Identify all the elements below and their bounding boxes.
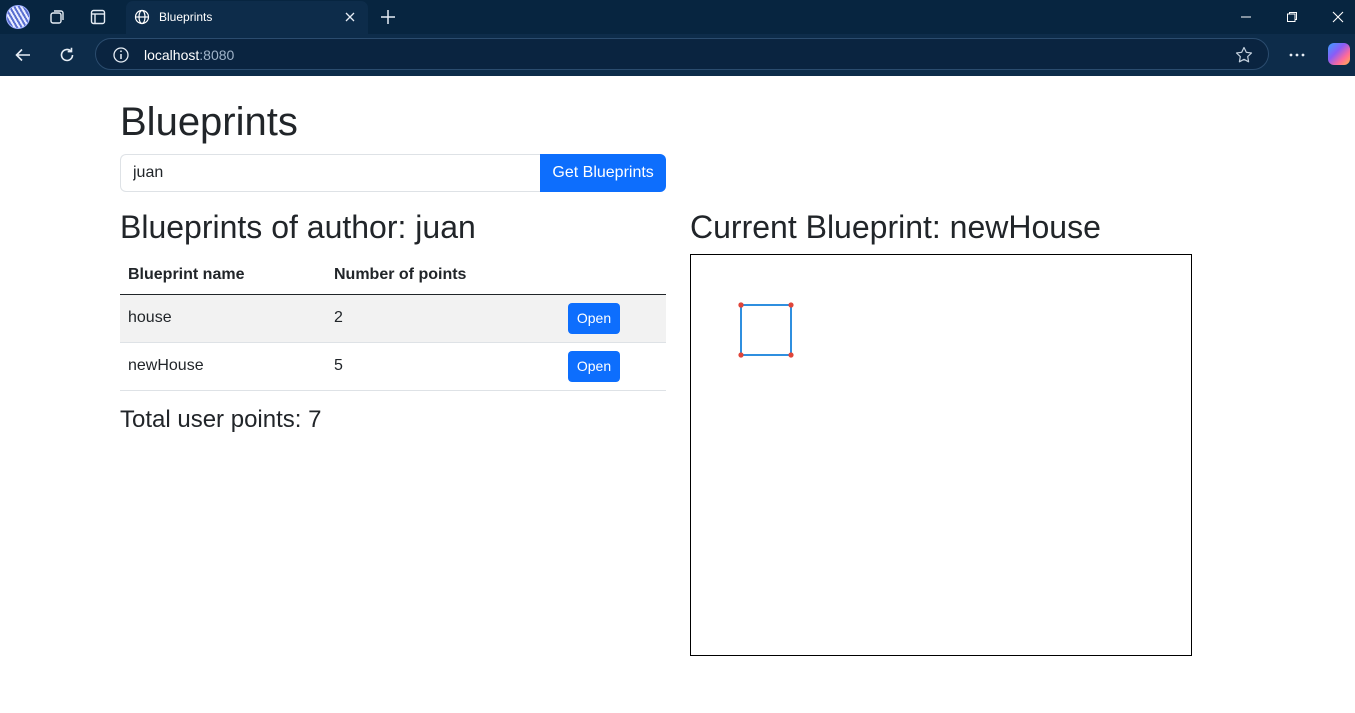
blueprint-point	[788, 352, 794, 358]
page-content: Blueprints Get Blueprints Blueprints of …	[0, 76, 1355, 713]
get-blueprints-button[interactable]: Get Blueprints	[540, 154, 666, 192]
site-info-icon[interactable]	[112, 46, 130, 69]
table-header-row: Blueprint name Number of points	[120, 256, 666, 295]
blueprint-point	[788, 302, 794, 308]
blueprint-drawing	[738, 302, 794, 358]
back-icon[interactable]	[12, 44, 34, 66]
blueprint-point	[738, 352, 744, 358]
blueprint-point	[738, 302, 744, 308]
more-options-icon[interactable]	[1286, 44, 1308, 66]
favorite-star-icon[interactable]	[1234, 45, 1254, 70]
points-cell: 2	[326, 294, 560, 343]
action-cell: Open	[560, 342, 666, 391]
globe-icon	[134, 9, 150, 30]
reload-icon[interactable]	[56, 44, 78, 66]
page-title: Blueprints	[120, 100, 298, 144]
open-button[interactable]: Open	[568, 350, 620, 382]
copilot-icon[interactable]	[1328, 43, 1350, 65]
url-host: localhost	[144, 47, 200, 63]
points-cell: 5	[326, 342, 560, 391]
header-blueprint-name: Blueprint name	[120, 256, 326, 295]
workspaces-icon[interactable]	[47, 7, 67, 27]
open-button[interactable]: Open	[568, 302, 620, 334]
current-blueprint-heading: Current Blueprint: newHouse	[690, 209, 1101, 245]
author-search-group: Get Blueprints	[120, 154, 666, 192]
header-number-of-points: Number of points	[326, 256, 560, 295]
close-tab-icon[interactable]	[342, 9, 358, 30]
restore-icon[interactable]	[1283, 8, 1301, 26]
blueprints-table: Blueprint name Number of points house 2 …	[120, 256, 666, 391]
tab-bar: Blueprints	[0, 0, 1355, 34]
total-points: Total user points: 7	[120, 406, 322, 433]
author-heading: Blueprints of author: juan	[120, 209, 476, 245]
address-bar-row: localhost:8080	[0, 34, 1355, 76]
address-bar[interactable]: localhost:8080	[95, 38, 1269, 70]
new-tab-icon[interactable]	[378, 7, 398, 27]
tab-title: Blueprints	[159, 10, 213, 24]
author-input[interactable]	[120, 154, 541, 192]
table-row: house 2 Open	[120, 294, 666, 343]
tab-blueprints[interactable]: Blueprints	[126, 1, 368, 34]
blueprint-path	[740, 304, 792, 356]
blueprint-name-cell: house	[120, 294, 326, 343]
url-text: localhost:8080	[144, 47, 234, 63]
header-actions	[560, 256, 666, 295]
action-cell: Open	[560, 294, 666, 343]
blueprint-canvas[interactable]	[690, 254, 1192, 656]
url-port: :8080	[199, 47, 235, 63]
profile-avatar[interactable]	[6, 5, 30, 29]
table-row: newHouse 5 Open	[120, 342, 666, 391]
close-window-icon[interactable]	[1329, 8, 1347, 26]
minimize-icon[interactable]	[1237, 8, 1255, 26]
browser-chrome: Blueprints localhost:8080	[0, 0, 1355, 76]
tab-actions-icon[interactable]	[88, 7, 108, 27]
blueprint-name-cell: newHouse	[120, 342, 326, 391]
